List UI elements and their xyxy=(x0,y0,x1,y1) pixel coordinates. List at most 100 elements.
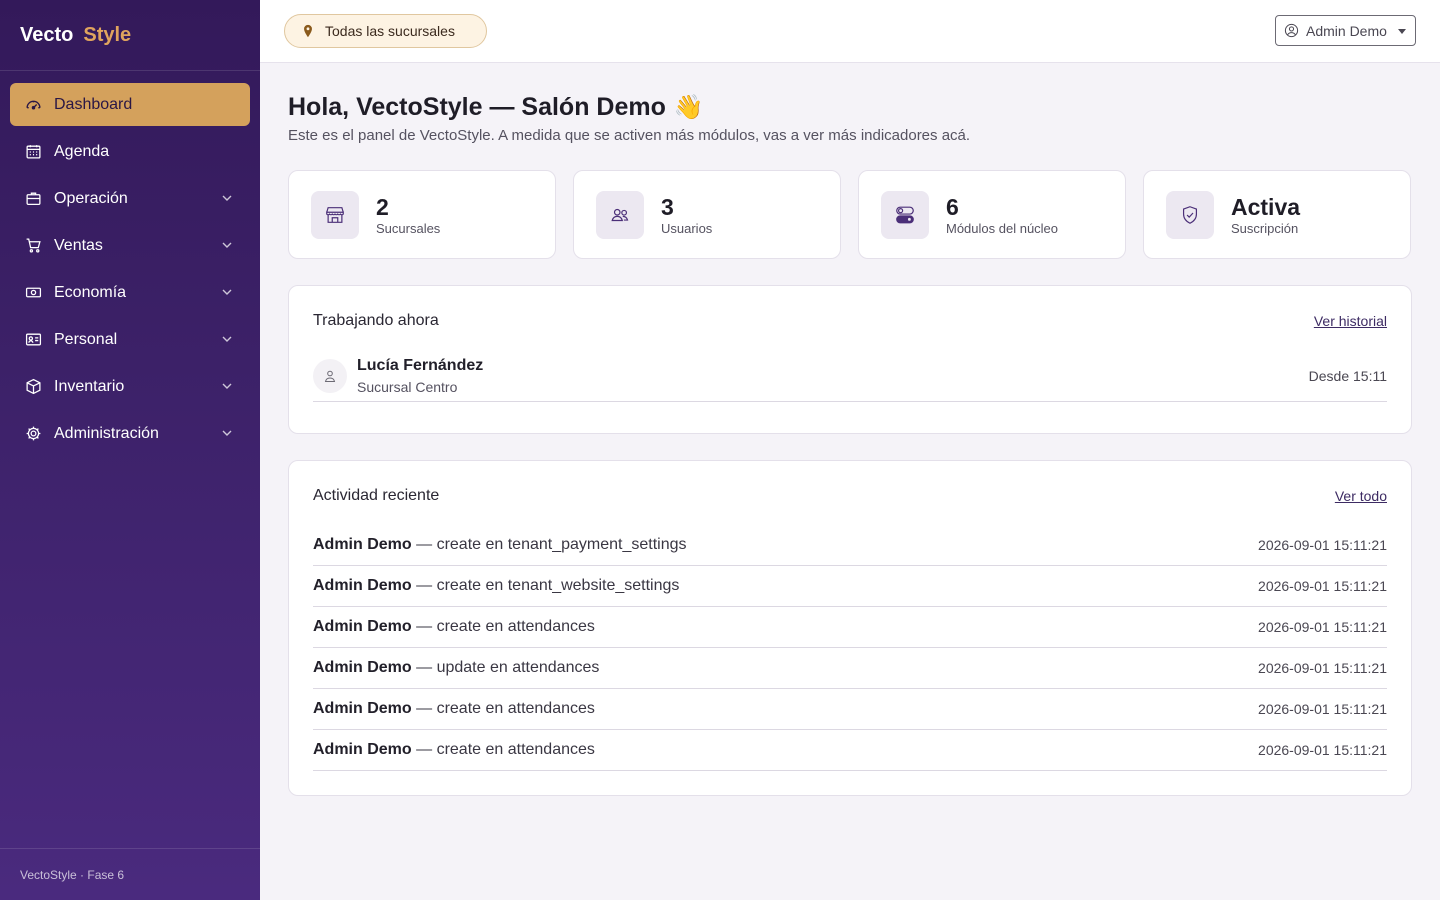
working-now-card: Trabajando ahora Ver historial Lucía Fer… xyxy=(288,285,1412,434)
card-title: Trabajando ahora xyxy=(313,312,439,329)
activity-list: Admin Demo — create en tenant_payment_se… xyxy=(313,525,1387,795)
shield-check-icon xyxy=(1166,190,1214,239)
briefcase-icon xyxy=(24,190,42,208)
users-icon xyxy=(596,190,644,239)
chevron-down-icon xyxy=(222,289,232,295)
activity-user: Admin Demo xyxy=(313,536,412,553)
sidebar-item-administracion[interactable]: Administración xyxy=(10,412,250,455)
waving-hand-icon: 👋 xyxy=(673,93,704,121)
activity-action: — create en attendances xyxy=(411,700,595,717)
list-item: Admin Demo — create en tenant_payment_se… xyxy=(313,525,1387,566)
toggles-icon xyxy=(881,190,929,239)
activity-user: Admin Demo xyxy=(313,659,412,676)
chevron-down-icon xyxy=(222,430,232,436)
brand-part2: Style xyxy=(83,23,132,46)
chevron-down-icon xyxy=(222,383,232,389)
view-all-link[interactable]: Ver todo xyxy=(1335,488,1387,504)
stat-value: 6 xyxy=(946,193,959,220)
stat-label: Suscripción xyxy=(1231,220,1299,236)
box-icon xyxy=(24,378,42,396)
activity-user: Admin Demo xyxy=(313,700,412,717)
stat-label: Usuarios xyxy=(661,220,713,236)
activity-action: — create en tenant_payment_settings xyxy=(411,536,687,553)
branch-selector[interactable]: Todas las sucursales xyxy=(284,14,487,48)
activity-action: — create en tenant_website_settings xyxy=(411,577,680,594)
sidebar-item-ventas[interactable]: Ventas xyxy=(10,224,250,267)
activity-user: Admin Demo xyxy=(313,618,412,635)
sidebar-nav: Dashboard Agenda Operación Ventas Econom… xyxy=(0,71,260,455)
sidebar-item-label: Operación xyxy=(54,189,128,207)
view-history-link[interactable]: Ver historial xyxy=(1314,313,1387,329)
cart-icon xyxy=(24,237,42,255)
activity-time: 2026-09-01 15:11:21 xyxy=(1258,537,1387,553)
caret-down-icon xyxy=(1398,29,1406,34)
recent-activity-card: Actividad reciente Ver todo Admin Demo —… xyxy=(288,460,1412,796)
greeting-text: Hola, VectoStyle — Salón Demo xyxy=(288,92,666,121)
sidebar-item-label: Personal xyxy=(54,330,118,348)
worker-since: Desde 15:11 xyxy=(1308,368,1387,384)
user-menu-label: Admin Demo xyxy=(1306,22,1387,39)
page-title: Hola, VectoStyle — Salón Demo 👋 xyxy=(288,91,1412,123)
list-item[interactable]: Lucía Fernández Sucursal Centro Desde 15… xyxy=(313,350,1387,402)
sidebar-item-label: Agenda xyxy=(54,142,110,160)
sidebar-item-personal[interactable]: Personal xyxy=(10,318,250,361)
chevron-down-icon xyxy=(222,195,232,201)
chevron-down-icon xyxy=(222,242,232,248)
card-header: Actividad reciente Ver todo xyxy=(313,461,1387,531)
topbar: Todas las sucursales Admin Demo xyxy=(260,0,1440,63)
activity-time: 2026-09-01 15:11:21 xyxy=(1258,619,1387,635)
stat-label: Sucursales xyxy=(376,220,441,236)
list-item: Admin Demo — create en tenant_website_se… xyxy=(313,566,1387,607)
sidebar-item-label: Ventas xyxy=(54,236,103,254)
sidebar-item-label: Inventario xyxy=(54,377,125,395)
activity-user: Admin Demo xyxy=(313,577,412,594)
stats-row: 2 Sucursales 3 Usuarios 6 Módulos del nú… xyxy=(288,170,1412,259)
activity-time: 2026-09-01 15:11:21 xyxy=(1258,660,1387,676)
sidebar-item-dashboard[interactable]: Dashboard xyxy=(10,83,250,126)
activity-time: 2026-09-01 15:11:21 xyxy=(1258,578,1387,594)
activity-action: — create en attendances xyxy=(411,741,595,758)
avatar xyxy=(313,358,347,393)
brand-logo[interactable]: Vecto Style xyxy=(0,0,260,71)
calendar-icon xyxy=(24,143,42,161)
list-item: Admin Demo — create en attendances 2026-… xyxy=(313,689,1387,730)
id-card-icon xyxy=(24,331,42,349)
brand-part1: Vecto xyxy=(20,23,74,46)
stat-label: Módulos del núcleo xyxy=(946,220,1059,236)
stat-card-sucursales: 2 Sucursales xyxy=(288,170,556,259)
activity-action: — create en attendances xyxy=(411,618,595,635)
stat-value: Activa xyxy=(1231,193,1301,220)
list-item: Admin Demo — create en attendances 2026-… xyxy=(313,607,1387,648)
branch-selector-label: Todas las sucursales xyxy=(325,23,455,39)
speedometer-icon xyxy=(24,96,42,114)
stat-card-usuarios: 3 Usuarios xyxy=(573,170,841,259)
cash-icon xyxy=(24,284,42,302)
chevron-down-icon xyxy=(222,336,232,342)
sidebar-item-inventario[interactable]: Inventario xyxy=(10,365,250,408)
stat-card-modulos: 6 Módulos del núcleo xyxy=(858,170,1126,259)
page-subtitle: Este es el panel de VectoStyle. A medida… xyxy=(288,127,971,144)
sidebar-footer: VectoStyle · Fase 6 xyxy=(0,848,260,900)
activity-time: 2026-09-01 15:11:21 xyxy=(1258,701,1387,717)
gear-icon xyxy=(24,425,42,443)
sidebar-item-label: Economía xyxy=(54,283,127,301)
sidebar: Vecto Style Dashboard Agenda Operación V… xyxy=(0,0,260,900)
list-item: Admin Demo — create en attendances 2026-… xyxy=(313,730,1387,771)
card-title: Actividad reciente xyxy=(313,487,440,504)
worker-name: Lucía Fernández xyxy=(357,356,484,374)
main-content: Hola, VectoStyle — Salón Demo 👋 Este es … xyxy=(288,63,1412,796)
sidebar-item-operacion[interactable]: Operación xyxy=(10,177,250,220)
shop-icon xyxy=(311,190,359,239)
sidebar-item-agenda[interactable]: Agenda xyxy=(10,130,250,173)
worker-branch: Sucursal Centro xyxy=(357,378,458,395)
activity-action: — update en attendances xyxy=(411,659,600,676)
user-menu-button[interactable]: Admin Demo xyxy=(1275,15,1416,46)
map-pin-icon xyxy=(304,24,312,38)
person-icon xyxy=(324,370,336,382)
activity-user: Admin Demo xyxy=(313,741,412,758)
sidebar-item-label: Dashboard xyxy=(54,95,133,113)
sidebar-item-economia[interactable]: Economía xyxy=(10,271,250,314)
list-item: Admin Demo — update en attendances 2026-… xyxy=(313,648,1387,689)
stat-card-suscripcion: Activa Suscripción xyxy=(1143,170,1411,259)
stat-value: 2 xyxy=(376,193,389,220)
